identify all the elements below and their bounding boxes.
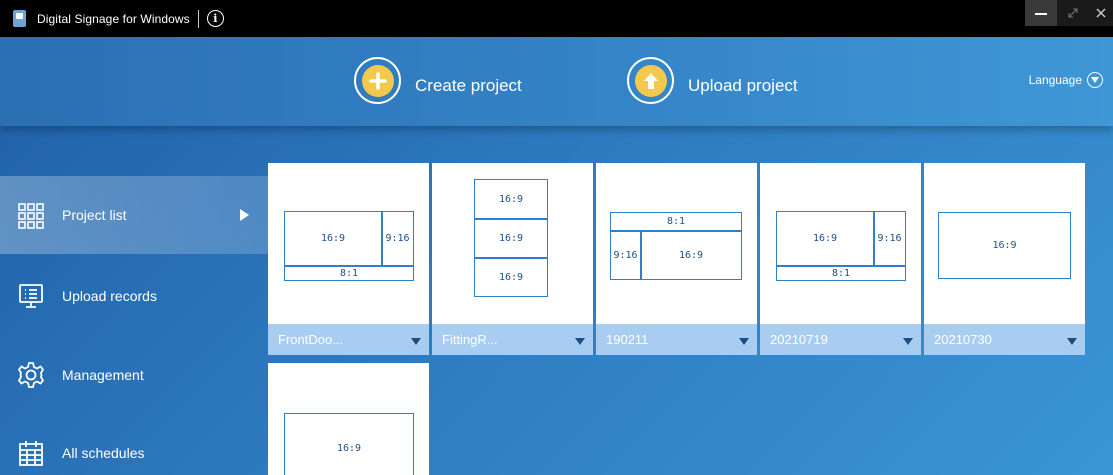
project-name-bar[interactable]: FittingR... bbox=[432, 324, 593, 355]
zone-label: 9:16 bbox=[613, 249, 638, 261]
zone-label: 16:9 bbox=[320, 233, 346, 244]
project-name: 20210730 bbox=[934, 332, 992, 347]
sidebar-item-project-list[interactable]: Project list bbox=[0, 176, 268, 254]
close-icon bbox=[1096, 8, 1106, 18]
project-name-bar[interactable]: 20210730 bbox=[924, 324, 1085, 355]
sidebar: Project list Upload records Management A… bbox=[0, 126, 268, 475]
active-arrow-icon bbox=[240, 209, 249, 221]
gear-icon bbox=[17, 362, 45, 388]
sidebar-item-label: All schedules bbox=[62, 445, 145, 461]
language-selector[interactable]: Language bbox=[1029, 72, 1103, 88]
project-name: 20210719 bbox=[770, 332, 828, 347]
zone-label: 8:1 bbox=[339, 267, 359, 279]
zone-label: 16:9 bbox=[498, 193, 524, 205]
chevron-down-icon[interactable] bbox=[903, 338, 913, 345]
upload-project-label: Upload project bbox=[688, 75, 798, 95]
project-card[interactable]: 16:9 9:16 8:1 FrontDoo... bbox=[268, 163, 429, 355]
layout-preview: 8:1 9:16 16:9 bbox=[610, 212, 742, 280]
chevron-down-icon[interactable] bbox=[411, 338, 421, 345]
layout-preview: 16:9 16:9 16:9 bbox=[474, 179, 548, 297]
upload-project-button[interactable]: Upload project bbox=[627, 57, 798, 104]
header-toolbar: Create project Upload project Language bbox=[0, 37, 1113, 126]
maximize-icon bbox=[1068, 8, 1078, 18]
maximize-button[interactable] bbox=[1057, 0, 1089, 26]
window-title: Digital Signage for Windows bbox=[37, 11, 190, 26]
chevron-down-icon[interactable] bbox=[1067, 338, 1077, 345]
project-card[interactable]: 16:9 bbox=[268, 363, 429, 475]
window-controls bbox=[1025, 0, 1113, 37]
grid-icon bbox=[18, 203, 44, 229]
layout-preview: 16:9 9:16 8:1 bbox=[776, 211, 906, 281]
chevron-down-icon bbox=[1087, 72, 1103, 88]
zone-label: 9:16 bbox=[877, 233, 902, 244]
monitor-icon bbox=[19, 284, 43, 308]
minimize-button[interactable] bbox=[1025, 0, 1057, 26]
sidebar-item-label: Project list bbox=[62, 207, 127, 223]
sidebar-item-label: Management bbox=[62, 367, 144, 383]
project-name: 190211 bbox=[606, 332, 649, 347]
create-project-button[interactable]: Create project bbox=[354, 57, 522, 104]
up-arrow-icon bbox=[634, 64, 667, 97]
sidebar-item-label: Upload records bbox=[62, 288, 157, 304]
create-project-label: Create project bbox=[415, 75, 522, 95]
plus-icon bbox=[361, 64, 394, 97]
zone-label: 16:9 bbox=[678, 249, 704, 261]
calendar-icon bbox=[19, 441, 43, 466]
layout-preview: 16:9 bbox=[284, 413, 414, 475]
close-button[interactable] bbox=[1089, 0, 1113, 26]
sidebar-item-all-schedules[interactable]: All schedules bbox=[0, 414, 268, 475]
project-card[interactable]: 8:1 9:16 16:9 190211 bbox=[596, 163, 757, 355]
zone-label: 16:9 bbox=[498, 232, 524, 244]
project-name-bar[interactable]: 190211 bbox=[596, 324, 757, 355]
chevron-down-icon[interactable] bbox=[739, 338, 749, 345]
chevron-down-icon[interactable] bbox=[575, 338, 585, 345]
zone-label: 16:9 bbox=[498, 271, 524, 283]
language-label: Language bbox=[1028, 73, 1082, 87]
project-name-bar[interactable]: 20210719 bbox=[760, 324, 921, 355]
zone-label: 16:9 bbox=[336, 442, 362, 454]
zone-label: 16:9 bbox=[812, 233, 838, 244]
title-bar: Digital Signage for Windows i bbox=[0, 0, 1113, 37]
layout-preview: 16:9 9:16 8:1 bbox=[284, 211, 414, 281]
project-card[interactable]: 16:9 16:9 16:9 FittingR... bbox=[432, 163, 593, 355]
info-icon[interactable]: i bbox=[206, 10, 224, 27]
project-name: FittingR... bbox=[442, 332, 498, 347]
sidebar-item-management[interactable]: Management bbox=[0, 336, 268, 414]
upload-project-circle bbox=[627, 57, 674, 104]
project-name-bar[interactable]: FrontDoo... bbox=[268, 324, 429, 355]
zone-label: 16:9 bbox=[992, 240, 1017, 251]
app-logo-icon bbox=[13, 10, 26, 27]
zone-label: 9:16 bbox=[385, 233, 410, 244]
layout-preview: 16:9 bbox=[938, 212, 1071, 279]
create-project-circle bbox=[354, 57, 401, 104]
project-card[interactable]: 16:9 20210730 bbox=[924, 163, 1085, 355]
project-name: FrontDoo... bbox=[278, 332, 344, 347]
title-divider bbox=[197, 9, 199, 28]
sidebar-item-upload-records[interactable]: Upload records bbox=[0, 257, 268, 335]
project-card[interactable]: 16:9 9:16 8:1 20210719 bbox=[760, 163, 921, 355]
zone-label: 8:1 bbox=[831, 267, 851, 279]
minimize-icon bbox=[1035, 13, 1047, 15]
zone-label: 8:1 bbox=[666, 216, 686, 227]
